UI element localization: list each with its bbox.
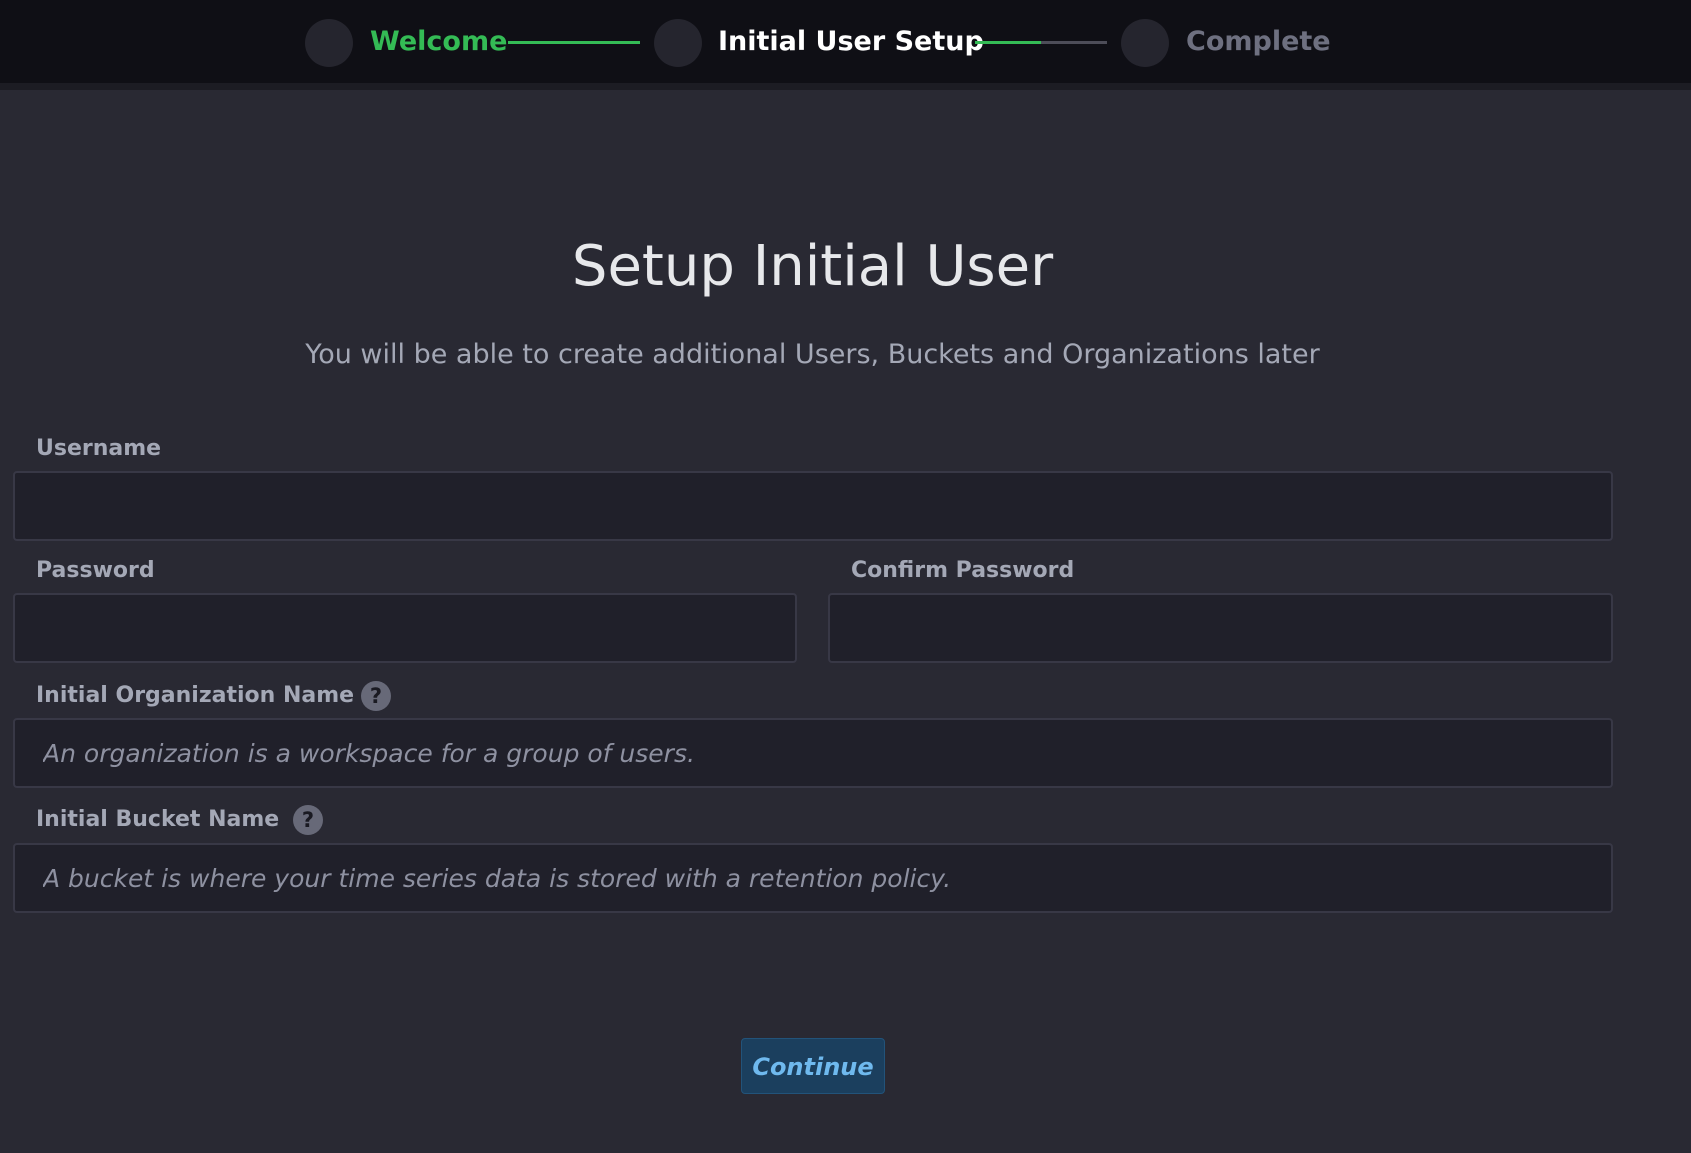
org-name-label: Initial Organization Name xyxy=(36,683,355,708)
org-name-input[interactable] xyxy=(13,718,1613,788)
password-label: Password xyxy=(36,558,155,583)
step-complete-label: Complete xyxy=(1186,26,1331,57)
bucket-name-label: Initial Bucket Name xyxy=(36,807,280,832)
confirm-password-input[interactable] xyxy=(828,593,1613,663)
step-initial-user-setup-indicator xyxy=(654,19,702,67)
step-welcome-indicator xyxy=(305,19,353,67)
continue-button[interactable]: Continue xyxy=(741,1038,885,1094)
page-title: Setup Initial User xyxy=(571,234,1054,299)
step-connector-2-progress xyxy=(975,41,1041,44)
setup-stepper: Welcome Initial User Setup Complete xyxy=(0,0,1691,90)
step-initial-user-setup-label: Initial User Setup xyxy=(718,26,984,57)
step-connector-1-progress xyxy=(508,41,640,44)
step-complete-indicator xyxy=(1121,19,1169,67)
username-input[interactable] xyxy=(13,471,1613,541)
confirm-password-label: Confirm Password xyxy=(851,558,1075,583)
bucket-name-help-icon[interactable]: ? xyxy=(293,805,323,835)
step-connector-2 xyxy=(975,41,1107,44)
password-input[interactable] xyxy=(13,593,797,663)
step-welcome-label: Welcome xyxy=(370,26,508,57)
bucket-name-input[interactable] xyxy=(13,843,1613,913)
page-subtitle: You will be able to create additional Us… xyxy=(305,339,1320,370)
username-label: Username xyxy=(36,436,162,461)
org-name-help-icon[interactable]: ? xyxy=(361,681,391,711)
step-connector-1 xyxy=(508,41,640,44)
